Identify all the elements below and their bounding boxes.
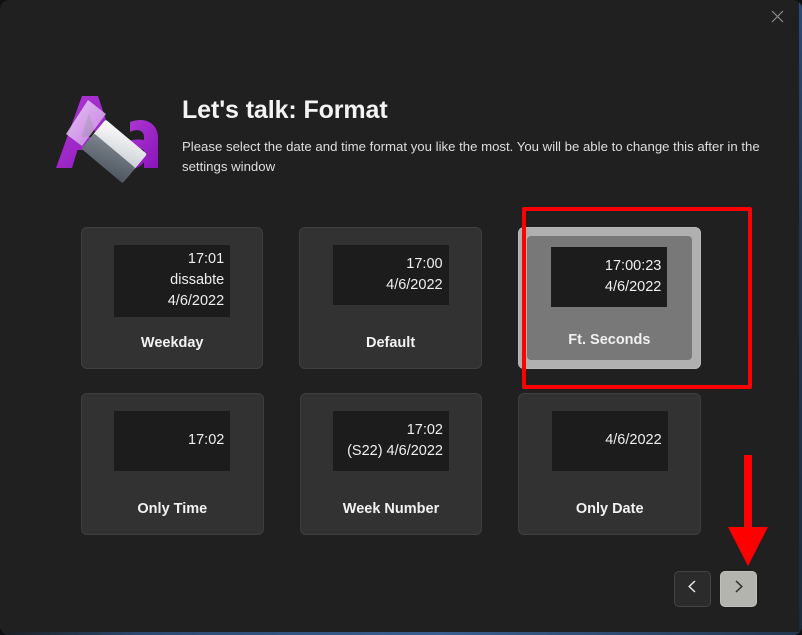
format-preview: 17:00:234/6/2022 <box>551 247 667 307</box>
format-preview: 17:02(S22) 4/6/2022 <box>333 411 449 471</box>
format-preview-line: 4/6/2022 <box>557 277 661 298</box>
format-card-inner: 17:004/6/2022 Default <box>300 228 480 368</box>
format-card-label: Week Number <box>343 501 439 517</box>
format-preview-line: (S22) 4/6/2022 <box>339 441 443 462</box>
format-card-label: Only Date <box>576 501 644 517</box>
format-card-default[interactable]: 17:004/6/2022 Default <box>299 227 481 369</box>
format-preview-line: 17:01 <box>120 249 224 270</box>
format-row: 17:01dissabte4/6/2022Weekday17:004/6/202… <box>81 227 701 369</box>
format-preview: 17:02 <box>114 411 230 471</box>
format-card-inner: 17:01dissabte4/6/2022 Weekday <box>82 228 262 368</box>
app-logo-icon <box>44 88 162 186</box>
close-icon <box>771 10 784 23</box>
format-card-label: Default <box>366 335 415 351</box>
header-text: Let's talk: Format Please select the dat… <box>182 95 766 177</box>
format-wizard-window: Let's talk: Format Please select the dat… <box>0 0 802 635</box>
format-card-ft-seconds[interactable]: 17:00:234/6/2022 Ft. Seconds <box>518 227 701 369</box>
format-preview-line: 4/6/2022 <box>558 430 662 451</box>
format-row: 17:02Only Time17:02(S22) 4/6/2022Week Nu… <box>81 393 701 535</box>
page-title: Let's talk: Format <box>182 95 766 125</box>
format-card-week-number[interactable]: 17:02(S22) 4/6/2022 Week Number <box>300 393 483 535</box>
format-preview: 17:004/6/2022 <box>333 245 449 305</box>
format-options-grid: 17:01dissabte4/6/2022Weekday17:004/6/202… <box>81 227 701 559</box>
format-preview: 4/6/2022 <box>552 411 668 471</box>
format-card-inner: 4/6/2022 Only Date <box>519 394 700 534</box>
close-button[interactable] <box>755 0 799 32</box>
format-card-label: Only Time <box>137 501 207 517</box>
header: Let's talk: Format Please select the dat… <box>44 86 764 190</box>
wizard-navigation <box>674 571 757 607</box>
next-button[interactable] <box>720 571 757 607</box>
format-preview-line: 17:02 <box>120 430 224 451</box>
format-preview-line: 17:00:23 <box>557 256 661 277</box>
format-card-label: Weekday <box>141 335 204 351</box>
format-preview-line: 17:02 <box>339 420 443 441</box>
annotation-pointer-arrow <box>721 455 775 567</box>
format-card-label: Ft. Seconds <box>568 332 650 348</box>
chevron-left-icon <box>686 579 699 599</box>
format-preview: 17:01dissabte4/6/2022 <box>114 245 230 317</box>
format-card-only-time[interactable]: 17:02 Only Time <box>81 393 264 535</box>
format-card-weekday[interactable]: 17:01dissabte4/6/2022 Weekday <box>81 227 263 369</box>
format-preview-line: dissabte <box>120 270 224 291</box>
format-preview-line: 17:00 <box>339 254 443 275</box>
format-card-inner: 17:00:234/6/2022 Ft. Seconds <box>527 236 692 360</box>
format-preview-line: 4/6/2022 <box>120 291 224 312</box>
page-subtitle: Please select the date and time format y… <box>182 137 762 177</box>
back-button[interactable] <box>674 571 711 607</box>
format-card-inner: 17:02(S22) 4/6/2022 Week Number <box>301 394 482 534</box>
format-card-inner: 17:02 Only Time <box>82 394 263 534</box>
format-preview-line: 4/6/2022 <box>339 275 443 296</box>
chevron-right-icon <box>732 579 745 599</box>
format-card-only-date[interactable]: 4/6/2022 Only Date <box>518 393 701 535</box>
titlebar <box>0 0 802 33</box>
